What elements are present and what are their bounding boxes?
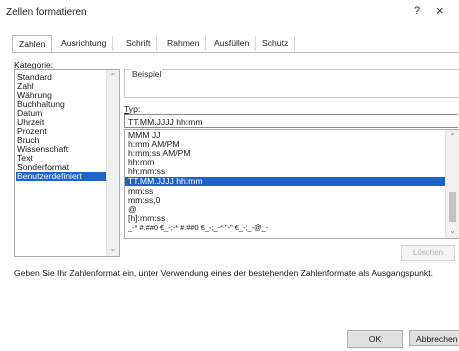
tab-ausrichtung[interactable]: Ausrichtung bbox=[55, 36, 114, 51]
tab-divider bbox=[12, 52, 459, 53]
kategorie-list[interactable]: Standard Zahl Währung Buchhaltung Datum … bbox=[14, 69, 120, 257]
tab-ausfuellen[interactable]: Ausfüllen bbox=[208, 36, 257, 51]
format-scrollbar[interactable]: ⌃ ⌄ bbox=[445, 130, 459, 238]
kategorie-item-benutzerdefiniert[interactable]: Benutzerdefiniert bbox=[16, 172, 106, 181]
tab-schrift[interactable]: Schrift bbox=[120, 36, 158, 51]
info-text: Geben Sie Ihr Zahlenformat ein, unter Ve… bbox=[14, 268, 433, 278]
help-icon[interactable]: ? bbox=[414, 5, 420, 17]
scroll-up-icon[interactable]: ⌃ bbox=[107, 72, 119, 81]
beispiel-group bbox=[124, 69, 459, 98]
ok-button[interactable]: OK bbox=[347, 330, 403, 348]
delete-button[interactable]: Löschen bbox=[401, 245, 455, 261]
kategorie-scrollbar[interactable]: ⌃ ⌄ bbox=[106, 70, 119, 256]
scrollbar-thumb[interactable] bbox=[449, 192, 456, 222]
close-icon[interactable]: × bbox=[436, 3, 444, 18]
format-item-selected[interactable]: TT.MM.JJJJ hh:mm bbox=[125, 177, 446, 186]
scroll-down-icon[interactable]: ⌄ bbox=[107, 244, 119, 253]
typ-label: Typ: bbox=[124, 104, 141, 114]
tab-rahmen[interactable]: Rahmen bbox=[161, 36, 207, 51]
scroll-down-icon[interactable]: ⌄ bbox=[446, 226, 459, 235]
beispiel-label: Beispiel bbox=[130, 69, 164, 79]
dialog-title: Zellen formatieren bbox=[6, 7, 87, 18]
tab-bar: Zahlen Ausrichtung Schrift Rahmen Ausfül… bbox=[12, 35, 459, 54]
tab-schutz[interactable]: Schutz bbox=[256, 36, 296, 51]
format-list[interactable]: MMM JJ h:mm AM/PM h:mm:ss AM/PM hh:mm hh… bbox=[124, 129, 459, 239]
format-item[interactable]: [h]:mm:ss bbox=[128, 214, 165, 223]
typ-input[interactable]: TT.MM.JJJJ hh:mm bbox=[124, 114, 458, 128]
scroll-up-icon[interactable]: ⌃ bbox=[446, 132, 459, 141]
format-item[interactable]: hh:mm:ss bbox=[128, 167, 165, 176]
format-item[interactable]: _-* #.##0 €_-;-* #.##0 €_-;_-* "-" €_-;_… bbox=[128, 223, 268, 232]
cancel-button[interactable]: Abbrechen bbox=[409, 330, 459, 346]
